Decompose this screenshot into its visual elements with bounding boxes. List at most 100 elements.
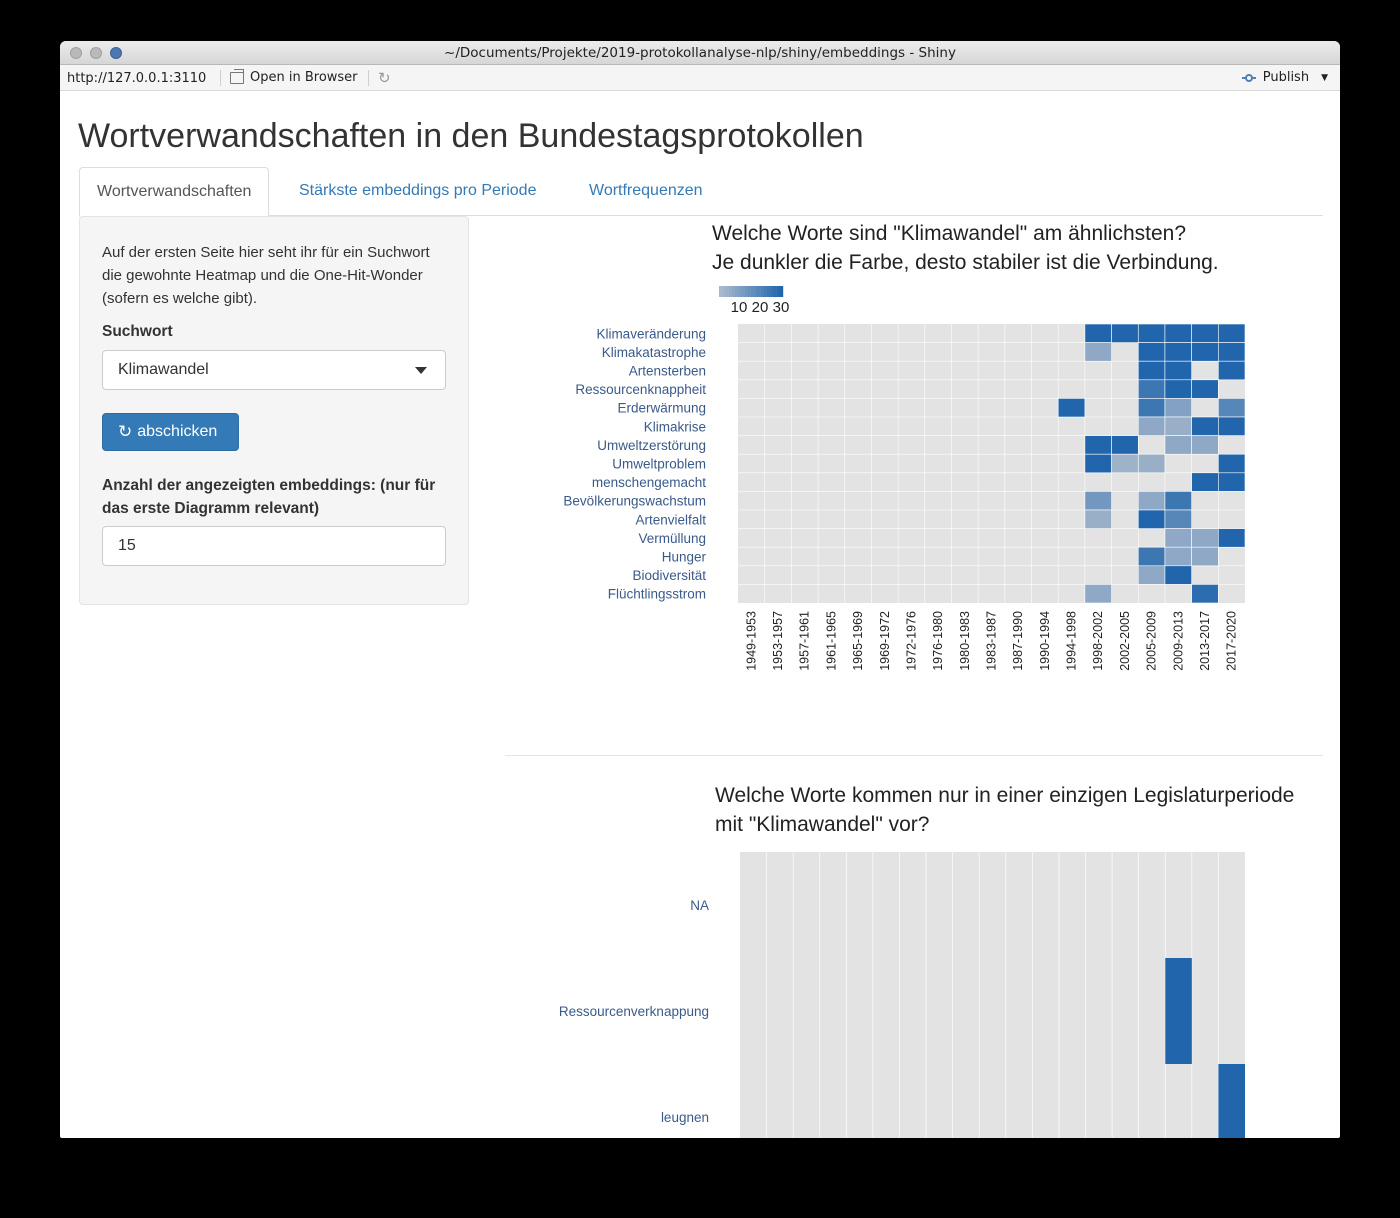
- count-label: Anzahl der angezeigten embeddings: (nur …: [102, 477, 436, 517]
- heatmap-cell: [1084, 491, 1112, 511]
- plot-divider: [505, 755, 1323, 756]
- toolbar-separator: [368, 70, 369, 86]
- legend-gradient-step: [770, 286, 774, 297]
- y-tick-label: Klimakatastrophe: [602, 345, 706, 360]
- legend-gradient-step: [744, 286, 748, 297]
- heatmap-cell: [1191, 584, 1219, 604]
- publish-label: Publish: [1262, 70, 1310, 85]
- x-tick-label: 2017-2020: [1225, 611, 1239, 671]
- heatmap-cell: [1218, 453, 1246, 474]
- window-title: ~/Documents/Projekte/2019-protokollanaly…: [444, 45, 956, 61]
- y-tick-label: Ressourcenverknappung: [559, 1004, 709, 1019]
- legend-gradient-step: [760, 286, 764, 297]
- heatmap-cell: [1164, 416, 1192, 436]
- heatmap-cell: [1164, 565, 1192, 585]
- x-tick-label: 1998-2002: [1091, 611, 1105, 671]
- y-tick-label: Bevölkerungswachstum: [563, 494, 706, 509]
- x-tick-label: 2013-2017: [1198, 611, 1212, 671]
- heatmap-cell: [1164, 398, 1192, 418]
- y-tick-label: leugnen: [661, 1110, 709, 1125]
- open-in-browser-button[interactable]: Open in Browser: [230, 68, 358, 85]
- tab-wortfrequenzen[interactable]: Wortfrequenzen: [572, 167, 720, 216]
- one-hit-wonder-chart: Welche Worte kommen nur in einer einzige…: [559, 784, 1294, 1138]
- legend-tick-label: 30: [773, 299, 790, 316]
- intro-text: Auf der ersten Seite hier seht ihr für e…: [102, 244, 430, 307]
- x-tick-label: 1957-1961: [798, 611, 812, 671]
- heatmap-cell: [1111, 435, 1139, 455]
- legend-tick-label: 10: [731, 299, 748, 316]
- tab-wortverwandschaften[interactable]: Wortverwandschaften: [79, 167, 270, 217]
- heatmap-cell: [1137, 491, 1166, 511]
- y-tick-label: menschengemacht: [592, 475, 706, 490]
- heatmap-cell: [1137, 509, 1166, 529]
- window-titlebar: ~/Documents/Projekte/2019-protokollanaly…: [60, 41, 1340, 65]
- chevron-down-icon: [415, 367, 427, 374]
- app-window: ~/Documents/Projekte/2019-protokollanaly…: [60, 41, 1340, 1138]
- y-tick-label: Vermüllung: [638, 531, 706, 546]
- heatmap-cell: [1191, 379, 1219, 399]
- publish-button[interactable]: Publish ▼: [1241, 70, 1328, 85]
- url-display[interactable]: http://127.0.0.1:3110: [67, 71, 206, 86]
- tab-staerkste-embeddings[interactable]: Stärkste embeddings pro Periode: [282, 167, 553, 216]
- chart-subtitle: Je dunkler die Farbe, desto stabiler ist…: [712, 251, 1219, 274]
- heatmap-cell: [1057, 398, 1086, 418]
- x-tick-label: 2005-2009: [1145, 611, 1159, 671]
- heatmap-cell: [1137, 342, 1166, 362]
- heatmap-cell: [1218, 528, 1246, 548]
- x-tick-label: 2009-2013: [1171, 611, 1185, 671]
- legend-gradient-step: [773, 286, 777, 297]
- legend-gradient-step: [763, 286, 768, 297]
- heatmap-cell: [1164, 509, 1192, 529]
- y-tick-label: Erderwärmung: [617, 401, 706, 416]
- x-tick-label: 1994-1998: [1065, 611, 1079, 671]
- heatmap-cell: [1218, 342, 1246, 362]
- heatmap-cell: [1111, 323, 1139, 343]
- y-tick-label: Umweltproblem: [612, 457, 706, 472]
- refresh-icon[interactable]: ↻: [378, 69, 391, 87]
- search-select-value: Klimawandel: [118, 361, 209, 378]
- legend-gradient-step: [751, 286, 755, 297]
- heatmap-cell: [1218, 416, 1246, 436]
- heatmap-cell: [1191, 323, 1219, 343]
- heatmap-cell: [1164, 546, 1192, 567]
- legend-gradient-step: [747, 286, 752, 297]
- legend-gradient-step: [738, 286, 742, 297]
- x-tick-label: 2002-2005: [1118, 611, 1132, 671]
- count-input[interactable]: 15: [102, 526, 446, 566]
- heatmap-cell: [1137, 416, 1166, 436]
- legend-gradient-step: [776, 286, 780, 297]
- y-tick-label: Artenvielfalt: [635, 512, 706, 527]
- legend-gradient-step: [731, 286, 736, 297]
- legend-gradient-step: [735, 286, 739, 297]
- heatmap-cell: [1137, 360, 1166, 381]
- legend-gradient-step: [722, 286, 726, 297]
- submit-button-label: abschicken: [137, 423, 218, 440]
- heatmap-cell: [1191, 435, 1219, 455]
- heatmap-cell: [1164, 528, 1192, 548]
- legend-gradient-step: [719, 286, 723, 297]
- submit-button[interactable]: ↻ abschicken: [102, 413, 239, 451]
- heatmap-cell: [1164, 379, 1192, 399]
- heatmap-cell: [1191, 416, 1219, 436]
- heatmap-cell: [1191, 546, 1219, 567]
- chevron-down-icon: ▼: [1321, 72, 1328, 83]
- search-select[interactable]: Klimawandel: [102, 350, 446, 390]
- heatmap-cell: [1084, 453, 1112, 474]
- legend-gradient-step: [728, 286, 732, 297]
- y-tick-label: Artensterben: [629, 364, 706, 379]
- heatmap-cell: [1164, 435, 1192, 455]
- legend-gradient-step: [779, 286, 784, 297]
- page-title: Wortverwandschaften in den Bundestagspro…: [78, 117, 864, 155]
- x-tick-label: 1965-1969: [851, 611, 865, 671]
- x-tick-label: 1953-1957: [771, 611, 785, 671]
- y-tick-label: NA: [690, 898, 709, 913]
- legend-gradient-step: [741, 286, 745, 297]
- legend-gradient-step: [757, 286, 761, 297]
- one-hit-cell: [1165, 958, 1192, 1064]
- heatmap-cell: [1084, 342, 1112, 362]
- heatmap-cell: [1084, 435, 1112, 455]
- toolbar-separator: [220, 70, 221, 86]
- heatmap-cell: [1218, 472, 1246, 492]
- x-tick-label: 1990-1994: [1038, 611, 1052, 671]
- x-tick-label: 1980-1983: [958, 611, 972, 671]
